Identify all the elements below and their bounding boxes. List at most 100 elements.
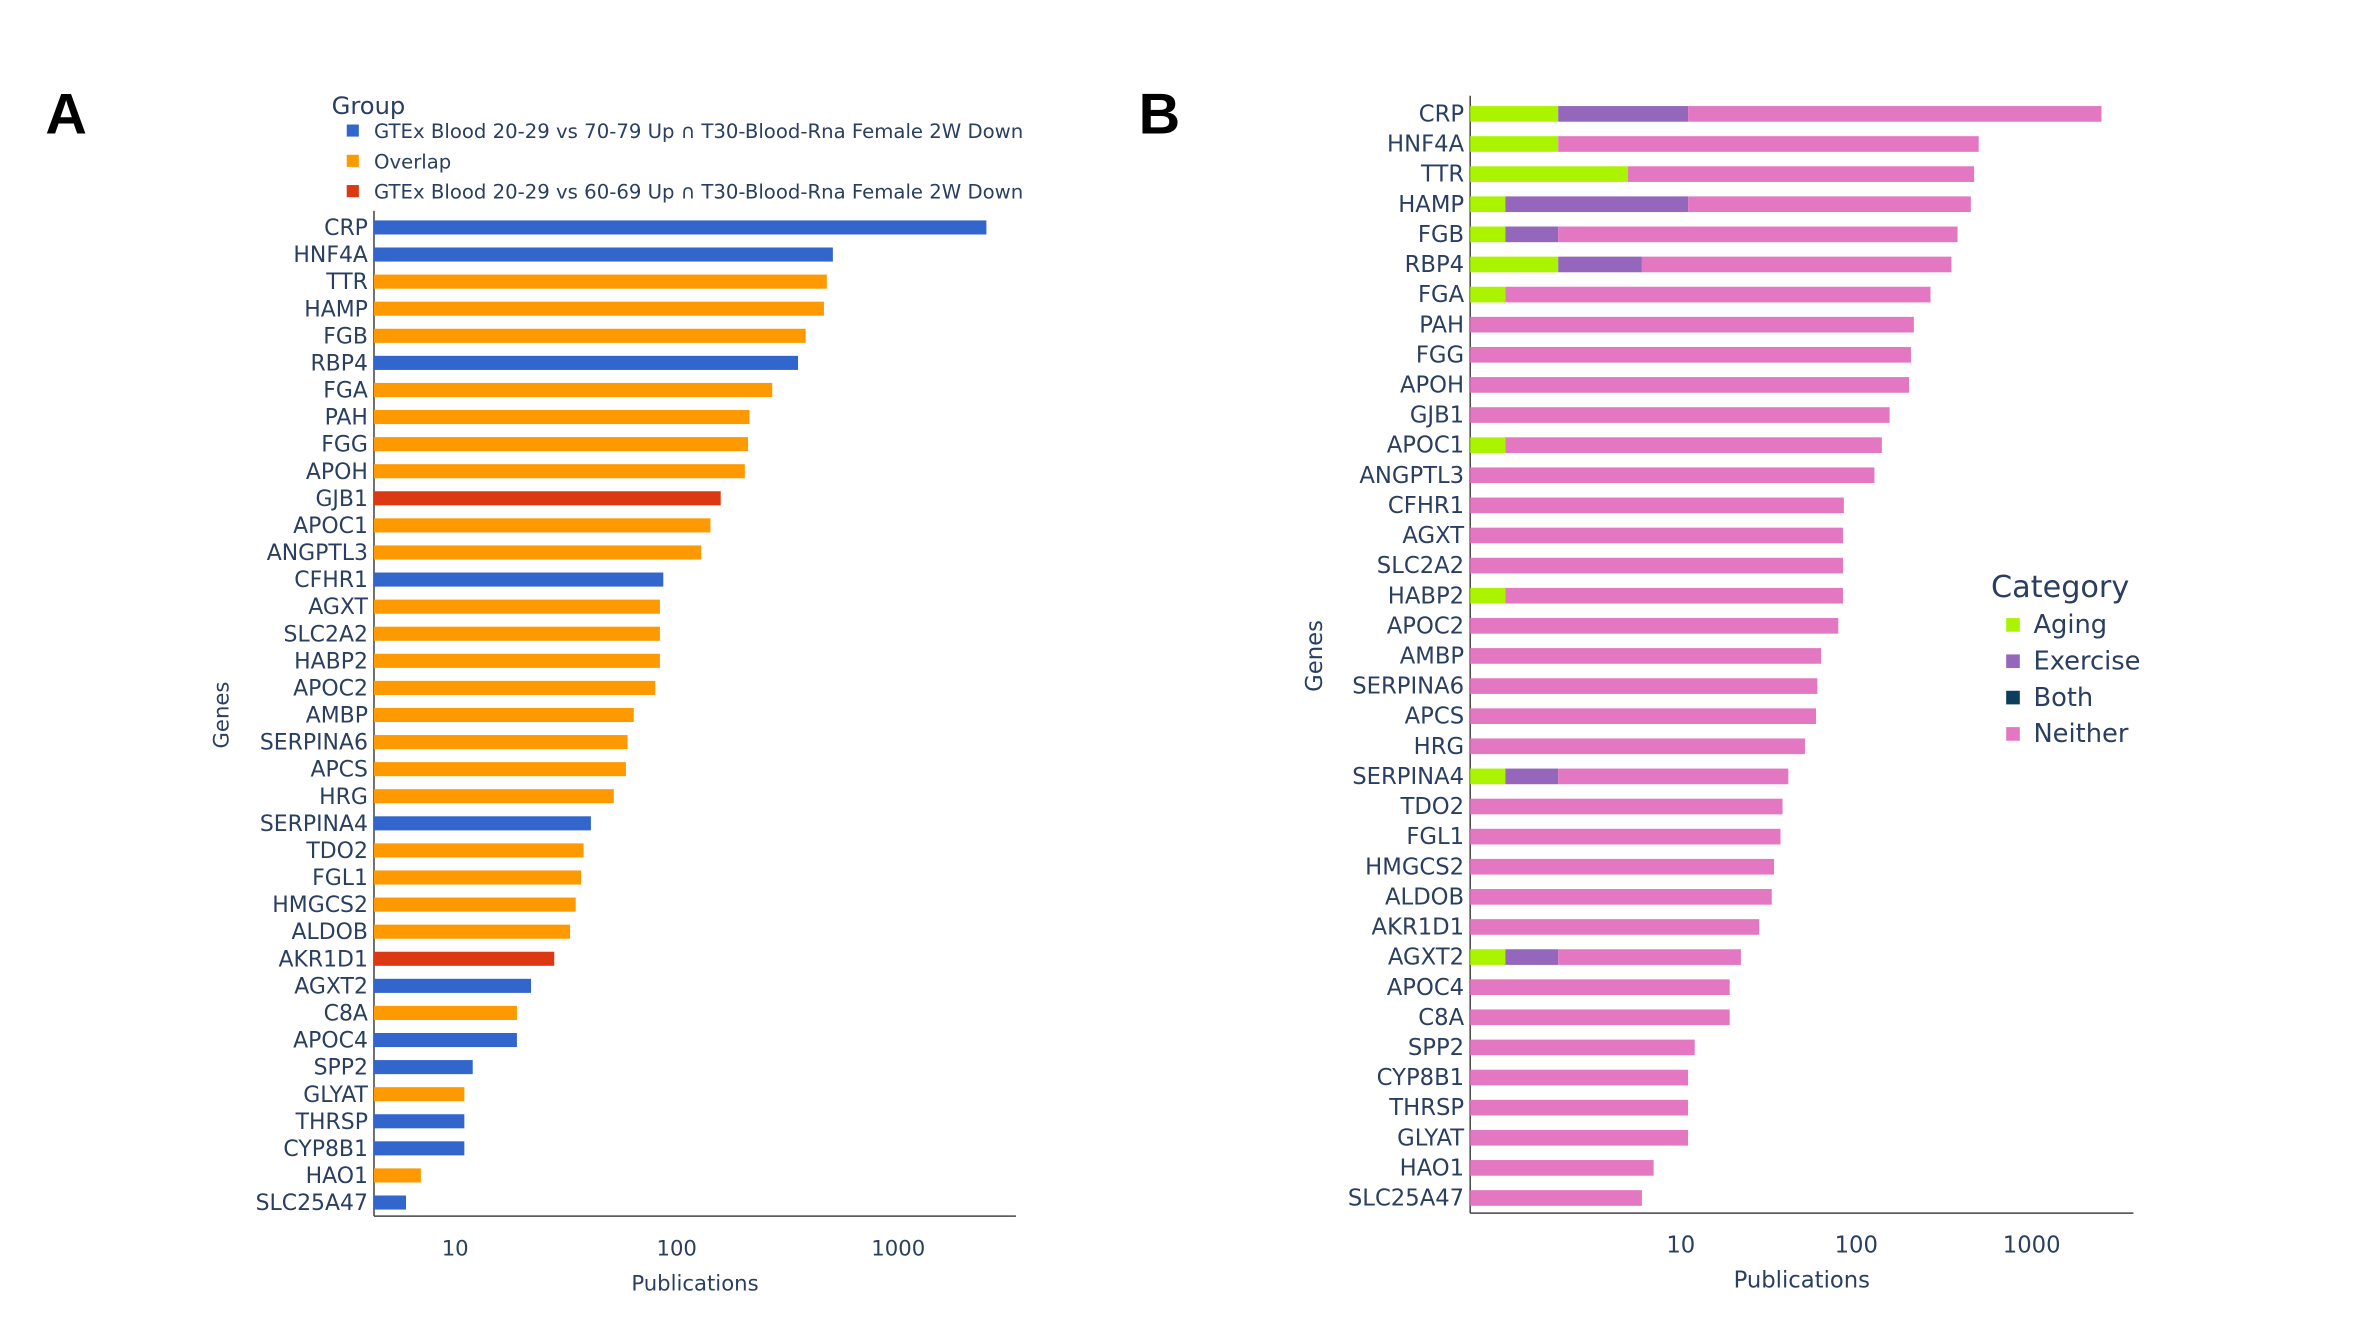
bar-segment-neither: [1470, 919, 1760, 935]
bar: [373, 870, 582, 885]
y-tick-label: APCS: [1405, 704, 1465, 730]
legend-swatch: [2006, 654, 2020, 669]
bar-segment-neither: [1470, 1039, 1695, 1056]
legend-entry: Neither: [2033, 719, 2128, 749]
y-tick-label: APOC4: [293, 1029, 368, 1054]
y-tick-label: TTR: [325, 270, 368, 295]
y-tick-label: AGXT2: [1388, 945, 1464, 971]
y-tick-label: CFHR1: [294, 568, 368, 593]
bar-segment-exercise: [1558, 106, 1689, 122]
bar-segment-aging: [1470, 166, 1629, 182]
y-tick-label: AMBP: [1400, 644, 1464, 670]
legend-entry: Aging: [2033, 610, 2107, 640]
y-tick-label: GLYAT: [1397, 1125, 1464, 1151]
legend-swatch: [346, 124, 359, 137]
bar-segment-neither: [1470, 648, 1822, 664]
y-tick-label: HABP2: [1388, 583, 1464, 609]
bar: [373, 1168, 421, 1183]
x-tick-label: 1000: [2003, 1233, 2061, 1259]
bar-segment-neither: [1470, 889, 1772, 905]
y-tick-label: HAMP: [304, 297, 368, 322]
y-tick-label: HMGCS2: [1365, 854, 1464, 880]
bar: [373, 382, 773, 398]
legend-entry: GTEx Blood 20-29 vs 70-79 Up ∩ T30-Blood…: [374, 120, 1023, 143]
y-tick-label: THRSP: [295, 1110, 368, 1135]
x-tick-label: 10: [1666, 1233, 1695, 1259]
bar: [373, 599, 660, 614]
bar: [373, 247, 833, 262]
bar-segment-neither: [1470, 1160, 1654, 1176]
y-tick-label: FGA: [1418, 282, 1465, 308]
bar: [373, 978, 532, 993]
y-tick-label: C8A: [1418, 1005, 1464, 1031]
y-tick-label: HNF4A: [1387, 132, 1465, 158]
legend-title: Group: [332, 92, 406, 120]
y-tick-label: C8A: [324, 1002, 368, 1027]
legend-swatch: [2006, 727, 2020, 741]
y-tick-label: ANGPTL3: [1359, 463, 1464, 489]
y-tick-label: RBP4: [310, 351, 367, 376]
panel-label-b: B: [1139, 83, 1181, 147]
y-tick-label: AGXT: [308, 595, 368, 620]
bar: [373, 789, 614, 804]
y-tick-label: APCS: [310, 758, 367, 783]
y-tick-label: SERPINA6: [1352, 674, 1464, 700]
bar: [373, 301, 824, 316]
bar: [373, 1060, 473, 1075]
y-tick-label: ALDOB: [291, 920, 367, 945]
y-tick-label: APOC1: [293, 514, 368, 539]
y-tick-label: SLC25A47: [1348, 1186, 1464, 1212]
y-tick-label: ALDOB: [1385, 884, 1464, 910]
bar-segment-neither: [1470, 1190, 1642, 1206]
bar: [373, 707, 634, 723]
y-tick-label: HABP2: [294, 649, 368, 674]
y-tick-label: FGL1: [312, 866, 368, 891]
bar-segment-aging: [1470, 256, 1559, 273]
x-tick-label: 100: [656, 1236, 696, 1261]
y-tick-label: HMGCS2: [272, 893, 368, 918]
bar: [373, 951, 555, 966]
y-tick-label: APOC1: [1387, 433, 1464, 459]
y-tick-label: CRP: [1419, 101, 1464, 127]
legend-title: Category: [1991, 570, 2129, 605]
bar: [373, 626, 660, 641]
legend-swatch: [346, 154, 359, 167]
bar-segment-neither: [1470, 618, 1839, 634]
bar-segment-exercise: [1558, 256, 1642, 273]
bar: [373, 274, 827, 289]
bar: [373, 680, 656, 695]
y-tick-label: AKR1D1: [278, 947, 367, 972]
bar: [373, 762, 626, 777]
bar-segment-aging: [1470, 949, 1506, 965]
y-tick-label: SLC2A2: [284, 622, 368, 647]
bar-segment-neither: [1470, 828, 1781, 845]
y-tick-label: APOC2: [293, 676, 368, 701]
y-axis-title: Genes: [1302, 620, 1328, 692]
y-tick-label: APOH: [306, 460, 368, 485]
y-tick-label: AGXT2: [294, 974, 368, 999]
bar: [373, 220, 987, 235]
panel-label-a: A: [45, 83, 87, 147]
y-tick-label: HAO1: [306, 1164, 368, 1189]
y-tick-label: APOH: [1400, 372, 1464, 398]
y-tick-label: APOC2: [1387, 613, 1464, 639]
x-axis-title: Publications: [631, 1270, 758, 1295]
chart-b: 10 100 1000 Publications Genes CRP HNF4A TTR HAM…: [1302, 95, 2140, 1293]
bar-segment-neither: [1558, 136, 1979, 152]
y-tick-label: FGB: [1418, 222, 1464, 248]
bar-segment-neither: [1470, 1009, 1730, 1026]
y-tick-label: HRG: [1414, 734, 1464, 760]
y-tick-label: SERPINA4: [1352, 764, 1464, 790]
x-tick-label: 10: [442, 1236, 469, 1261]
bar-segment-neither: [1470, 407, 1890, 423]
bar-segment-neither: [1470, 557, 1843, 574]
bar-segment-neither: [1558, 768, 1789, 785]
x-tick-label: 100: [1835, 1233, 1878, 1259]
y-tick-label: HAO1: [1400, 1155, 1465, 1181]
bar: [373, 1195, 407, 1210]
bar: [373, 518, 711, 533]
y-tick-label: SLC2A2: [1377, 553, 1464, 579]
bar-segment-neither: [1470, 678, 1818, 694]
bar: [373, 1114, 465, 1129]
y-tick-label: SERPINA6: [260, 731, 368, 756]
